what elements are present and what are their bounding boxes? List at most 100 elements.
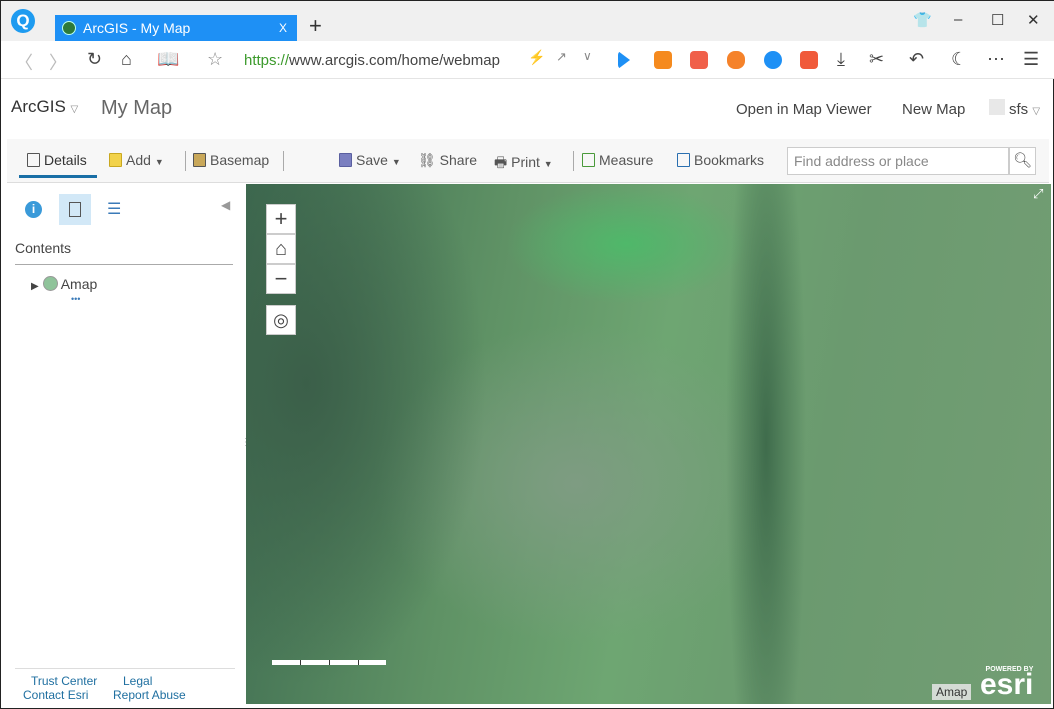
content-icon [69,202,81,217]
expand-icon[interactable]: ⤢ [1033,186,1043,202]
reader-icon[interactable]: 📖 [157,49,179,70]
user-menu[interactable]: sfs ▽ [1009,101,1040,118]
new-tab-button[interactable]: + [309,13,322,39]
save-label: Save [356,152,388,168]
globe-icon [62,21,76,35]
details-button[interactable]: Details [27,152,87,168]
scissors-icon[interactable]: ✂ [869,49,884,70]
tab-close-button[interactable]: X [279,15,287,41]
share-button[interactable]: ⛓ Share [418,152,477,169]
esri-logo: POWERED BY esri [980,666,1033,700]
legal-link[interactable]: Legal [123,674,152,688]
chevron-down-icon: ▼ [154,157,164,167]
measure-label: Measure [599,152,654,168]
home-button[interactable]: ⌂ [266,234,296,264]
home-icon[interactable]: ⌂ [121,49,132,70]
divider [573,151,574,171]
tab-title: ArcGIS - My Map [83,20,191,36]
measure-button[interactable]: Measure [582,152,653,168]
url-scheme: https:// [244,52,290,69]
locate-icon: ◎ [273,310,289,330]
back-icon[interactable]: 〈 [15,49,33,75]
bookmarks-label: Bookmarks [694,152,765,168]
app-ext-icon[interactable] [690,51,708,69]
skin-icon[interactable]: 👕 [913,11,932,29]
browser-nav-bar: 〈 〉 ↻ ⌂ 📖 ☆ https://www.arcgis.com/home/… [1,41,1054,79]
maximize-button[interactable]: ☐ [991,11,1004,29]
translate-ext-icon[interactable] [800,51,818,69]
share-page-icon[interactable]: ↗ [556,49,567,65]
menu-icon[interactable]: ☰ [1023,49,1039,70]
locate-button[interactable]: ◎ [266,305,296,335]
chevron-down-icon: ▼ [543,159,553,169]
infinity-ext-icon[interactable] [764,51,782,69]
chevron-down-icon: ▽ [70,104,79,115]
attribution: Amap [932,684,972,700]
basemap-label: Basemap [210,152,270,168]
chevron-down-icon[interactable]: ∨ [583,49,592,63]
app-header: ArcGIS ▽ My Map Open in Map Viewer New M… [1,79,1054,139]
star-icon[interactable]: ☆ [207,49,223,70]
browser-tab[interactable]: ArcGIS - My Map X [55,15,297,41]
zoom-in-button[interactable]: + [266,204,296,234]
page-title: My Map [101,97,173,119]
divider [15,668,235,669]
minimize-button[interactable]: – [954,11,962,28]
open-map-viewer-link[interactable]: Open in Map Viewer [736,101,872,118]
divider [283,151,284,171]
add-label: Add [126,152,151,168]
game-ext-icon[interactable] [727,51,745,69]
brand-label: ArcGIS [11,97,66,116]
divider [15,264,233,265]
active-tab-indicator [19,175,97,178]
map-view[interactable]: + ⌂ − ◎ ⤢ Amap POWERED BY esri [246,184,1051,704]
legend-icon[interactable]: ☰ [107,199,121,219]
printer-icon: 🖶 [494,154,512,170]
browser-logo: Q [11,9,35,33]
close-window-button[interactable]: ✕ [1027,11,1040,29]
divider [185,151,186,171]
new-map-link[interactable]: New Map [902,101,965,118]
moon-icon[interactable]: ☾ [951,49,967,70]
caret-right-icon[interactable]: ▶ [31,281,39,292]
bookmarks-button[interactable]: Bookmarks [677,152,764,168]
reload-icon[interactable]: ↻ [87,49,102,70]
undo-icon[interactable]: ↶ [909,49,924,70]
details-icon [27,153,40,167]
save-button[interactable]: Save ▼ [339,152,401,168]
avatar[interactable] [989,99,1005,115]
report-abuse-link[interactable]: Report Abuse [113,688,186,702]
layer-item[interactable]: ▶ Amap [31,276,97,292]
more-icon[interactable]: ⋯ [987,49,1005,70]
print-label: Print [511,154,540,170]
add-icon [109,153,122,167]
contact-esri-link[interactable]: Contact Esri [23,688,88,702]
home-icon: ⌂ [274,238,288,260]
sidebar: i ☰ ◀ Contents ▶ Amap ••• Trust Center L… [7,184,239,704]
forward-icon[interactable]: 〉 [49,49,67,75]
print-button[interactable]: 🖶 Print ▼ [494,152,553,176]
video-ext-icon[interactable] [618,51,630,69]
search-button[interactable]: 🔍︎ [1009,147,1036,175]
camera-ext-icon[interactable] [654,51,672,69]
layer-options-icon[interactable]: ••• [71,294,80,304]
address-bar[interactable]: https://www.arcgis.com/home/webmap [244,52,500,69]
arcgis-menu[interactable]: ArcGIS ▽ [11,97,78,117]
zoom-out-button[interactable]: − [266,264,296,294]
collapse-panel-icon[interactable]: ◀ [221,198,230,212]
download-icon[interactable]: ⤓ [837,49,845,70]
trust-center-link[interactable]: Trust Center [31,674,97,688]
search-input[interactable]: Find address or place [787,147,1009,175]
layer-globe-icon [42,276,58,291]
content-tab-button[interactable] [59,194,91,225]
user-name: sfs [1009,101,1029,118]
basemap-button[interactable]: Basemap [193,152,269,168]
bookmark-icon [677,153,690,167]
add-button[interactable]: Add ▼ [109,152,164,168]
lightning-icon[interactable]: ⚡ [528,49,545,66]
scale-bar [272,660,386,665]
info-icon[interactable]: i [25,201,42,218]
chevron-down-icon: ▼ [391,157,401,167]
url-path: www.arcgis.com/home/webmap [289,52,500,69]
share-label: Share [439,152,478,168]
